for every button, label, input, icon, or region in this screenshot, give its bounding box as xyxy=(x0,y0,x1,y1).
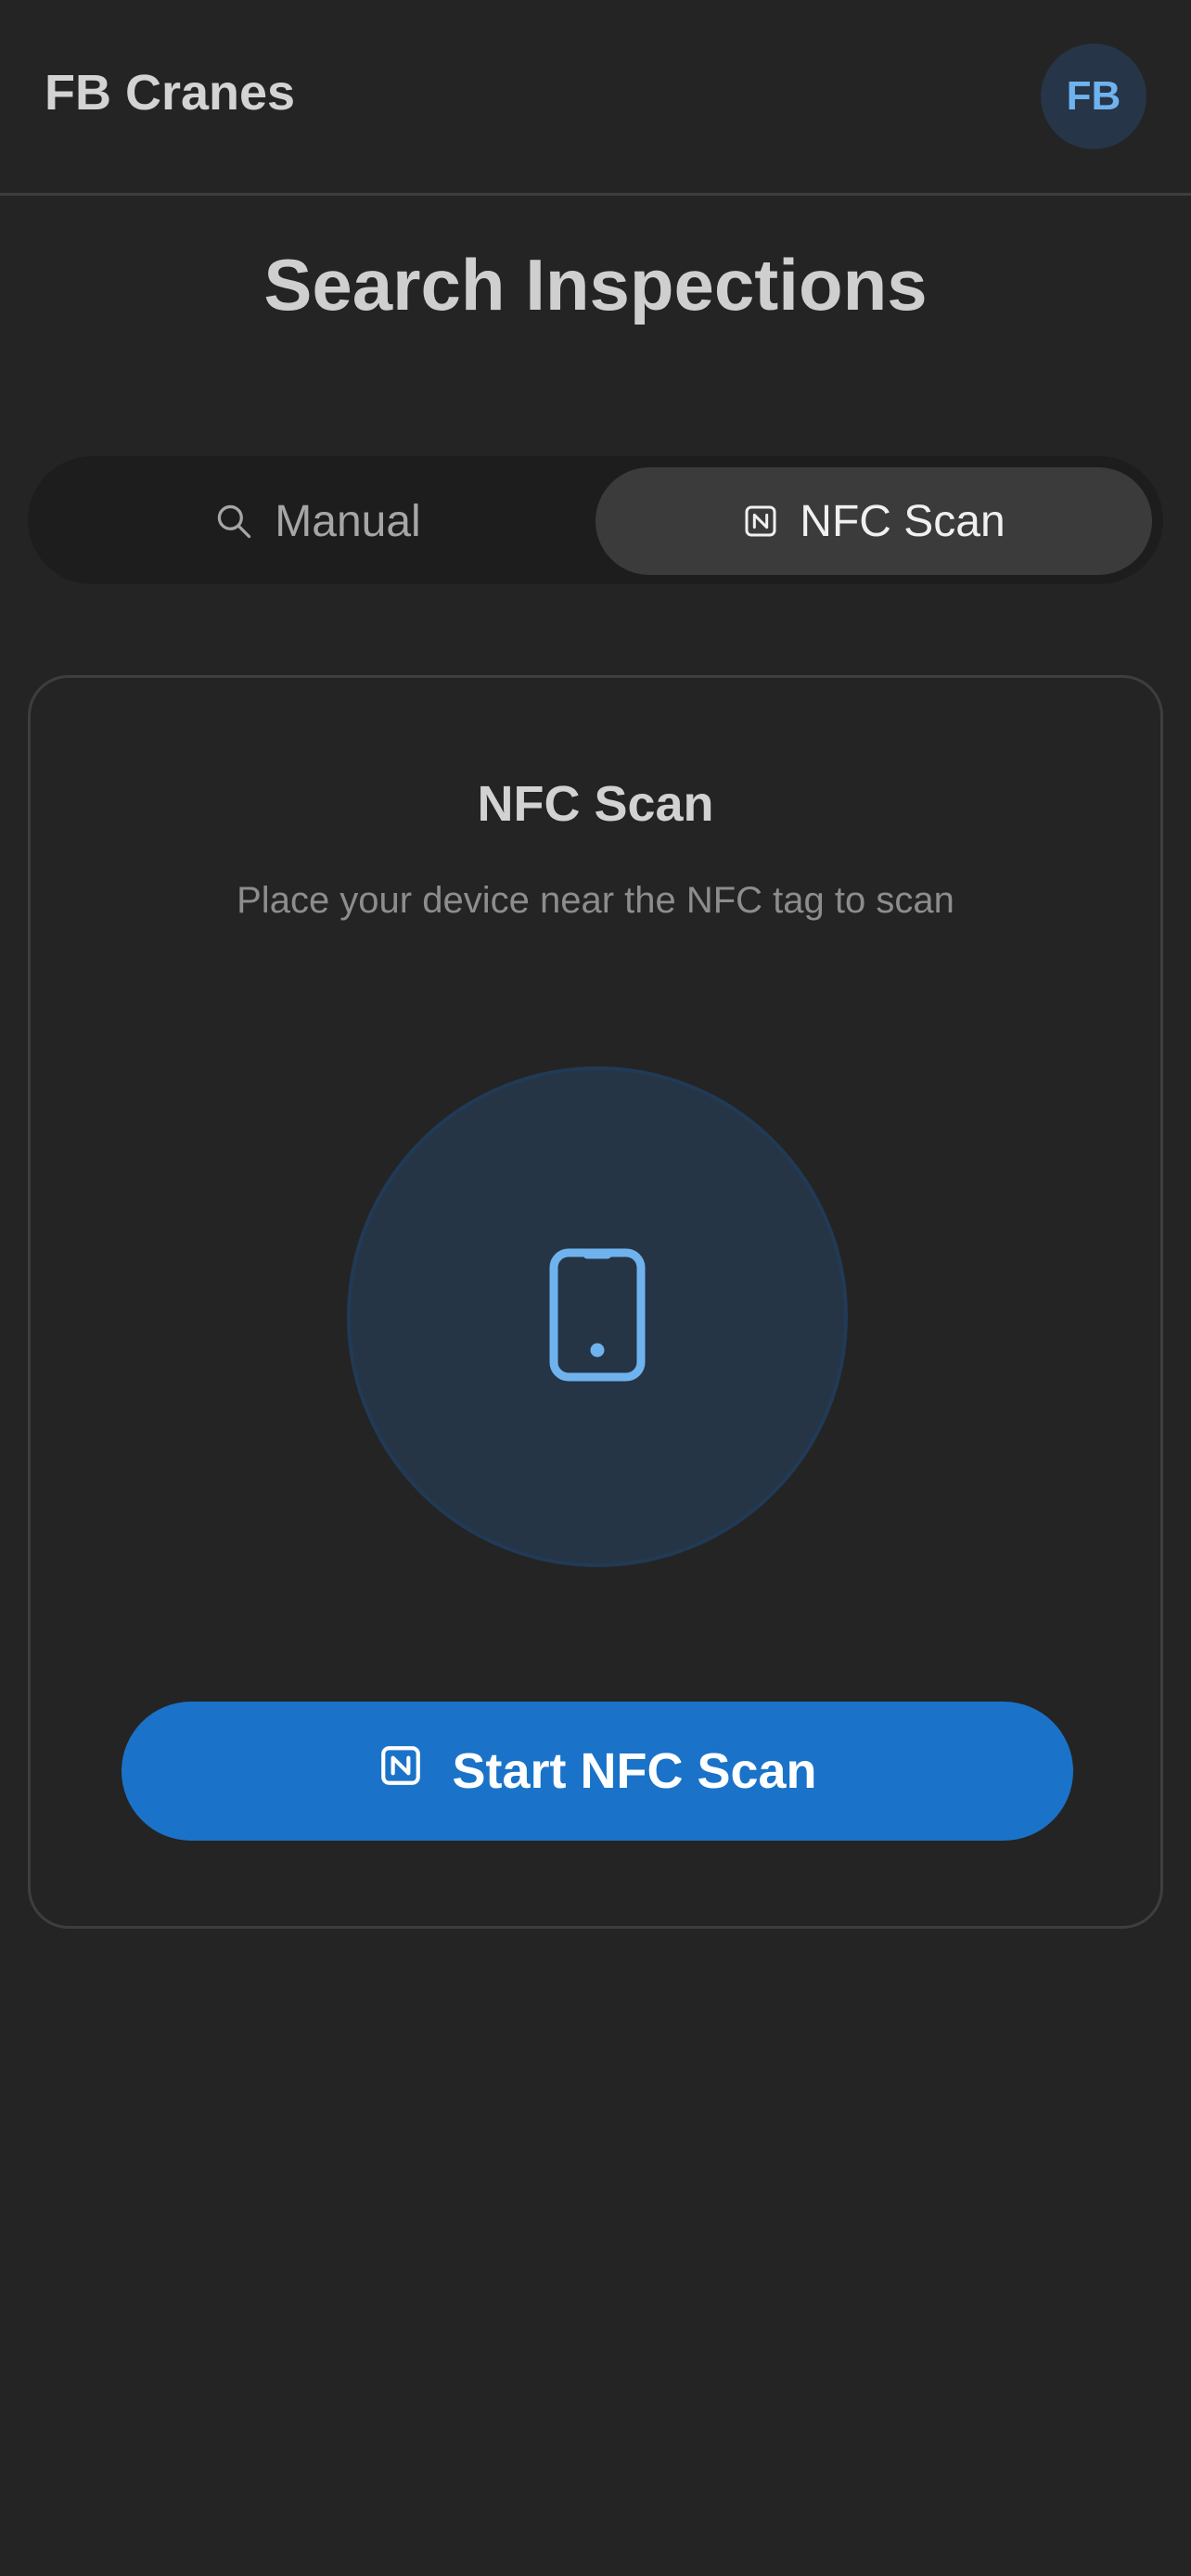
smartphone-icon xyxy=(546,1245,648,1389)
brand-title: FB Cranes xyxy=(45,65,296,121)
tab-manual-label: Manual xyxy=(275,496,421,546)
scan-illustration xyxy=(347,1066,848,1567)
nfc-scan-card: NFC Scan Place your device near the NFC … xyxy=(28,675,1163,1929)
avatar[interactable]: FB xyxy=(1041,44,1146,149)
start-nfc-scan-button[interactable]: Start NFC Scan xyxy=(122,1702,1073,1841)
app-header: FB Cranes FB xyxy=(0,0,1191,196)
page-title: Search Inspections xyxy=(263,244,928,325)
search-mode-toggle: Manual NFC Scan xyxy=(28,456,1163,584)
nfc-icon xyxy=(378,1742,424,1801)
start-nfc-scan-label: Start NFC Scan xyxy=(452,1743,817,1799)
tab-nfc-label: NFC Scan xyxy=(800,496,1005,546)
tab-nfc-scan[interactable]: NFC Scan xyxy=(596,467,1152,575)
card-title: NFC Scan xyxy=(477,776,714,832)
card-subtitle: Place your device near the NFC tag to sc… xyxy=(237,880,954,921)
nfc-icon xyxy=(742,503,779,540)
search-icon xyxy=(213,501,254,542)
tab-manual[interactable]: Manual xyxy=(39,467,596,575)
